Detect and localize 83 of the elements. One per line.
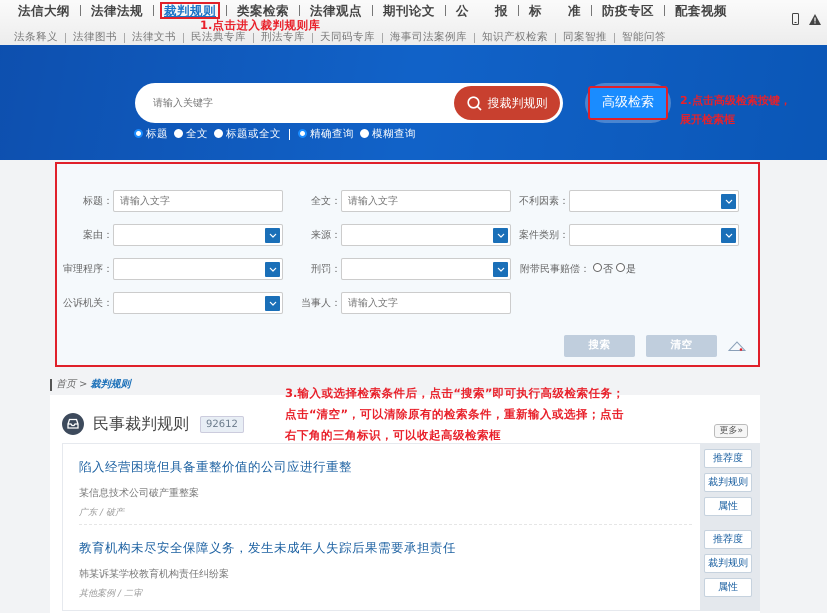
dropdown[interactable]	[113, 292, 283, 314]
chevron-down-icon	[721, 194, 736, 208]
subnav-link[interactable]: 刑法专库	[261, 30, 305, 46]
nav-tab[interactable]: 法律法规	[87, 2, 147, 19]
field-label: 刑罚：	[310, 262, 341, 276]
collapse-triangle-icon[interactable]	[728, 341, 746, 351]
action-button[interactable]: 推荐度	[704, 449, 752, 468]
warning-icon[interactable]	[809, 14, 821, 24]
mobile-icon[interactable]	[792, 13, 799, 25]
field-label: 案由：	[82, 228, 113, 242]
radio-option[interactable]: 是	[613, 262, 636, 276]
radio-option[interactable]: 标题	[134, 127, 168, 143]
text-field[interactable]: 请输入文字	[341, 292, 511, 314]
result-title-link[interactable]: 陷入经营困境但具备重整价值的公司应进行重整	[79, 459, 352, 474]
field-label: 标题：	[82, 194, 113, 208]
text-field[interactable]: 请输入文字	[113, 190, 283, 212]
nav-tab[interactable]: 防疫专区	[598, 2, 658, 19]
case-name: 某信息技术公司破产重整案	[79, 486, 200, 501]
radio-option[interactable]: 否	[590, 262, 613, 276]
dropdown[interactable]	[113, 258, 283, 280]
chevron-down-icon	[721, 228, 736, 242]
subnav-link[interactable]: 知识产权检索	[482, 30, 548, 46]
subnav-link[interactable]: 天同码专库	[320, 30, 375, 46]
chevron-down-icon	[493, 228, 508, 242]
case-name: 韩某诉某学校教育机构责任纠纷案	[79, 568, 230, 582]
inbox-icon	[62, 413, 84, 435]
dropdown[interactable]	[569, 190, 739, 212]
field-label: 附带民事赔偿：	[520, 262, 590, 276]
advanced-search-button[interactable]: 高级检索	[588, 86, 668, 120]
subnav-link[interactable]: 法条释义	[14, 30, 58, 46]
more-button[interactable]: 更多»	[714, 424, 748, 438]
text-field[interactable]: 请输入文字	[341, 190, 511, 212]
action-button[interactable]: 属性	[704, 497, 752, 516]
section-title: 民事裁判规则	[93, 413, 189, 435]
nav-tab[interactable]: 标 准	[525, 2, 585, 19]
action-button[interactable]: 推荐度	[704, 530, 752, 549]
case-meta: 其他案例 / 二审	[79, 588, 144, 601]
radio-option[interactable]: 标题或全文	[214, 127, 281, 143]
action-button[interactable]: 属性	[704, 578, 752, 597]
case-meta: 广东 / 破产	[79, 506, 126, 520]
breadcrumb-separator: >	[79, 379, 88, 391]
radio-option[interactable]: 模糊查询	[360, 127, 416, 143]
field-label: 不利因素：	[518, 194, 569, 208]
radio-option[interactable]: 精确查询	[298, 127, 354, 143]
subnav-link[interactable]: 同案智推	[563, 30, 607, 46]
annotation-text: 2.点击高级检索按键， 展开检索框	[680, 93, 791, 128]
action-button[interactable]: 裁判规则	[704, 473, 752, 492]
subnav-link[interactable]: 海事司法案例库	[390, 30, 467, 46]
chevron-down-icon	[265, 228, 280, 242]
action-button[interactable]: 裁判规则	[704, 554, 752, 573]
nav-tab[interactable]: 公 报	[452, 2, 512, 19]
breadcrumb-link[interactable]: 裁判规则	[90, 379, 130, 391]
search-button[interactable]: 搜裁判规则	[454, 86, 560, 120]
count-label: 92612	[200, 416, 244, 432]
dropdown[interactable]	[569, 224, 739, 246]
annotation-text: 1.点击进入裁判规则库	[200, 19, 320, 32]
nav-tab[interactable]: 法信大纲	[14, 2, 74, 19]
subnav-link[interactable]: 民法典专库	[191, 30, 246, 46]
search-icon	[466, 96, 482, 110]
radio-option[interactable]: 全文	[174, 127, 208, 143]
dropdown[interactable]	[341, 258, 511, 280]
nav-tab[interactable]: 法律观点	[306, 2, 366, 19]
chevron-down-icon	[265, 262, 280, 276]
nav-tab[interactable]: 类案检索	[233, 2, 293, 19]
breadcrumb-link[interactable]: 首页	[56, 379, 76, 391]
dropdown[interactable]	[113, 224, 283, 246]
nav-tab[interactable]: 裁判规则	[160, 2, 220, 19]
nav-tab[interactable]: 配套视频	[671, 2, 731, 19]
chevron-down-icon	[265, 296, 280, 310]
chevron-down-icon	[493, 262, 508, 276]
field-label: 审理程序：	[62, 262, 113, 276]
subnav-link[interactable]: 法律图书	[73, 30, 117, 46]
field-label: 全文：	[310, 194, 341, 208]
annotation-text: 3.输入或选择检索条件后，点击“搜索”即可执行高级检索任务； 点击“清空”，可以清除原有的检索条件，重新输入或选择；点击 右下角的三角标识，可以收起高级检索框	[285, 385, 624, 444]
result-title-link[interactable]: 教育机构未尽安全保障义务，发生未成年人失踪后果需要承担责任	[79, 540, 456, 555]
subnav-link[interactable]: 智能问答	[622, 30, 666, 46]
field-label: 公诉机关：	[62, 296, 113, 310]
field-label: 当事人：	[300, 296, 341, 310]
dropdown[interactable]	[341, 224, 511, 246]
subnav-link[interactable]: 法律文书	[132, 30, 176, 46]
field-label: 案件类别：	[518, 228, 569, 242]
field-label: 来源：	[310, 228, 341, 242]
nav-tab[interactable]: 期刊论文	[379, 2, 439, 19]
